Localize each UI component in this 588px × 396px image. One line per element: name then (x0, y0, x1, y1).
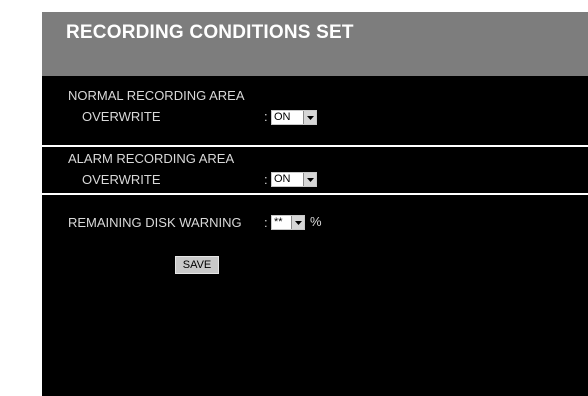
normal-overwrite-separator: : (264, 109, 268, 124)
disk-warning-separator: : (264, 215, 268, 230)
disk-warning-select[interactable]: ** (271, 215, 305, 230)
normal-overwrite-value: ON (274, 111, 291, 123)
normal-overwrite-select[interactable]: ON (271, 110, 317, 125)
save-button[interactable]: SAVE (175, 256, 219, 274)
chevron-down-icon[interactable] (291, 216, 304, 229)
disk-warning-value: ** (274, 216, 283, 228)
page-title: RECORDING CONDITIONS SET (66, 22, 354, 43)
alarm-area-highlight-frame (12, 145, 588, 195)
chevron-down-icon[interactable] (303, 111, 316, 124)
normal-overwrite-label: OVERWRITE (82, 109, 161, 124)
recording-conditions-panel: RECORDING CONDITIONS SET NORMAL RECORDIN… (42, 12, 588, 396)
normal-recording-area-heading: NORMAL RECORDING AREA (68, 88, 245, 103)
remaining-disk-warning-label: REMAINING DISK WARNING (68, 215, 242, 230)
page-header: RECORDING CONDITIONS SET (42, 12, 588, 76)
disk-warning-unit: % (310, 214, 322, 229)
